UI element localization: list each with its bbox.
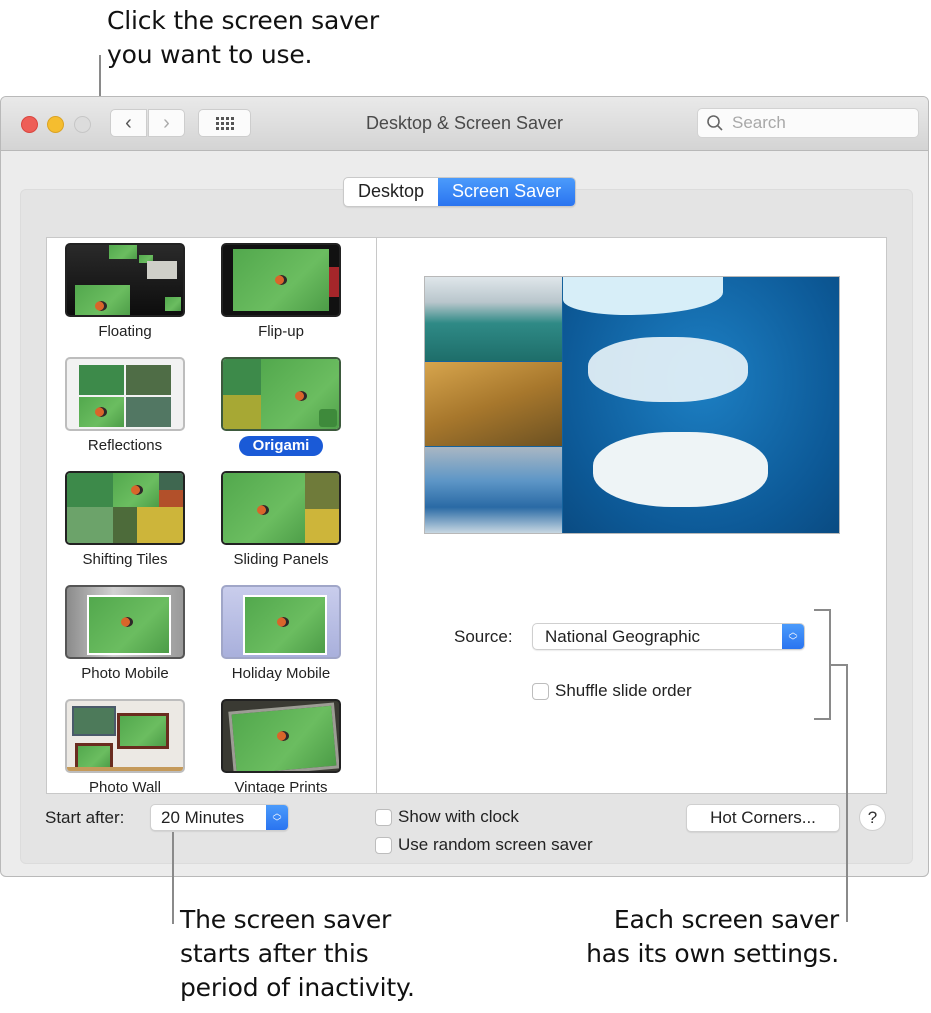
callout-line: Click the screen saver [107, 6, 379, 35]
shuffle-label: Shuffle slide order [555, 681, 692, 700]
saver-thumbnail [65, 357, 185, 431]
preferences-window: ‹ › Desktop & Screen Saver Desktop Scree… [0, 96, 929, 877]
saver-label: Flip-up [258, 323, 304, 340]
callout-line: The screen saver [180, 905, 392, 934]
saver-thumbnail [221, 471, 341, 545]
bracket-bottom [814, 718, 831, 720]
leader-line [846, 664, 848, 922]
preview-photo-lions [425, 362, 562, 446]
callout-own-settings: Each screen saver has its own settings. [560, 903, 839, 971]
start-after-select[interactable]: 20 Minutes ︿ ﹀ [150, 804, 289, 831]
source-label: Source: [454, 627, 513, 646]
search-icon [707, 115, 723, 131]
saver-label: Sliding Panels [233, 551, 329, 568]
saver-thumbnail [221, 243, 341, 317]
screen-saver-preview [424, 276, 840, 534]
shuffle-checkbox[interactable]: Shuffle slide order [532, 681, 692, 701]
callout-line: period of inactivity. [180, 973, 415, 1002]
help-button[interactable]: ? [859, 804, 886, 831]
chevron-updown-icon: ︿ ﹀ [266, 805, 288, 830]
saver-photo-wall[interactable]: Photo Wall [55, 699, 195, 793]
checkbox-icon [532, 682, 549, 700]
start-after-value: 20 Minutes [161, 807, 245, 827]
saver-thumbnail [65, 471, 185, 545]
callout-line: Each screen saver [613, 905, 839, 934]
saver-flip-up[interactable]: Flip-up [211, 243, 351, 342]
saver-label: Shifting Tiles [82, 551, 168, 568]
random-saver-label: Use random screen saver [398, 835, 593, 854]
saver-label: Floating [98, 323, 152, 340]
preview-photo-iceberg [425, 447, 562, 533]
checkbox-icon [375, 808, 392, 826]
saver-label: Holiday Mobile [231, 665, 331, 682]
callout-choose-saver: Click the screen saver you want to use. [107, 4, 379, 72]
screen-saver-panel: Floating Flip-up Reflections Origami Shi… [46, 237, 887, 794]
show-clock-label: Show with clock [398, 807, 519, 826]
callout-line: you want to use. [107, 40, 313, 69]
saver-sliding-panels[interactable]: Sliding Panels [211, 471, 351, 570]
saver-photo-mobile[interactable]: Photo Mobile [55, 585, 195, 684]
bracket-connector [829, 664, 847, 666]
callout-line: starts after this [180, 939, 369, 968]
hot-corners-button[interactable]: Hot Corners... [686, 804, 840, 832]
search-input[interactable] [730, 112, 914, 134]
saver-label: Vintage Prints [234, 779, 328, 793]
saver-floating[interactable]: Floating [55, 243, 195, 342]
leader-line [172, 832, 174, 924]
tab-screen-saver[interactable]: Screen Saver [438, 178, 576, 206]
saver-thumbnail [221, 357, 341, 431]
screen-saver-list[interactable]: Floating Flip-up Reflections Origami Shi… [47, 238, 377, 793]
tab-bar: Desktop Screen Saver [343, 177, 577, 207]
show-clock-checkbox[interactable]: Show with clock [375, 807, 519, 827]
start-after-label: Start after: [45, 808, 125, 827]
preview-photo-penguins [425, 277, 562, 361]
tab-desktop[interactable]: Desktop [344, 178, 438, 206]
saver-thumbnail [65, 699, 185, 773]
title-bar: ‹ › Desktop & Screen Saver [1, 97, 928, 151]
source-value: National Geographic [545, 626, 700, 646]
saver-origami[interactable]: Origami [211, 357, 351, 456]
chevron-updown-icon: ︿ ﹀ [782, 624, 804, 649]
source-select[interactable]: National Geographic ︿ ﹀ [532, 623, 805, 650]
checkbox-icon [375, 836, 392, 854]
saver-shifting-tiles[interactable]: Shifting Tiles [55, 471, 195, 570]
saver-label: Origami [238, 436, 324, 456]
random-saver-checkbox[interactable]: Use random screen saver [375, 835, 593, 855]
saver-holiday-mobile[interactable]: Holiday Mobile [211, 585, 351, 684]
saver-thumbnail [221, 585, 341, 659]
saver-reflections[interactable]: Reflections [55, 357, 195, 456]
saver-thumbnail [65, 585, 185, 659]
preview-photo-polar-bear [563, 277, 839, 533]
saver-thumbnail [221, 699, 341, 773]
callout-start-after: The screen saver starts after this perio… [180, 903, 415, 1005]
search-field[interactable] [697, 108, 919, 138]
callout-line: has its own settings. [586, 939, 839, 968]
saver-label: Photo Wall [89, 779, 161, 793]
saver-vintage-prints[interactable]: Vintage Prints [211, 699, 351, 793]
saver-label: Reflections [87, 437, 163, 454]
saver-label: Photo Mobile [81, 665, 169, 682]
saver-thumbnail [65, 243, 185, 317]
